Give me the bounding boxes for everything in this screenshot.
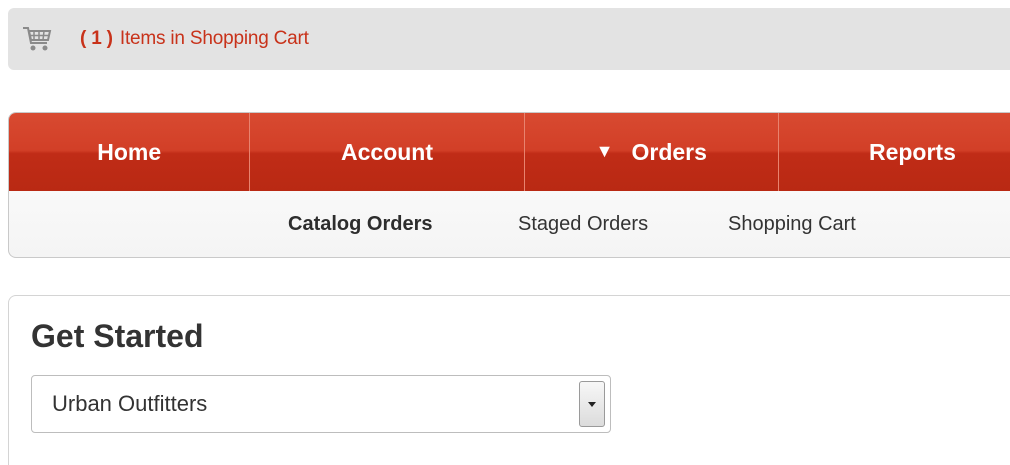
nav-item-label: Account — [341, 138, 434, 165]
nav-item-label: Home — [97, 138, 162, 165]
nav-item-orders[interactable]: ▼ Orders — [525, 113, 779, 191]
primary-nav-bar: Home Account ▼ Orders Reports — [9, 113, 1010, 191]
main-navigation: Home Account ▼ Orders Reports Catalog Or… — [8, 112, 1010, 258]
nav-item-home[interactable]: Home — [9, 113, 251, 191]
cart-summary-bar[interactable]: ( 1 ) Items in Shopping Cart — [8, 8, 1010, 70]
cart-items-label: Items in Shopping Cart — [119, 28, 309, 49]
nav-item-account[interactable]: Account — [250, 113, 525, 191]
cart-items-link[interactable]: ( 1 ) Items in Shopping Cart — [80, 28, 309, 50]
catalog-select[interactable]: Urban Outfitters — [31, 375, 611, 433]
subnav-item-shopping-cart[interactable]: Shopping Cart — [728, 213, 856, 236]
nav-item-label: Reports — [868, 138, 956, 165]
get-started-panel: Get Started Urban Outfitters — [8, 295, 1010, 465]
subnav-item-staged-orders[interactable]: Staged Orders — [518, 213, 648, 236]
cart-item-count: ( 1 ) — [80, 28, 113, 49]
chevron-down-icon[interactable] — [579, 381, 605, 427]
nav-item-reports[interactable]: Reports — [779, 113, 1010, 191]
catalog-select-value: Urban Outfitters — [52, 391, 208, 416]
secondary-nav-bar: Catalog Orders Staged Orders Shopping Ca… — [9, 191, 1010, 257]
nav-item-label: Orders — [631, 138, 707, 165]
triangle-down-icon: ▼ — [595, 140, 614, 161]
shopping-cart-icon[interactable] — [22, 24, 52, 54]
subnav-item-catalog-orders[interactable]: Catalog Orders — [288, 213, 432, 236]
panel-title: Get Started — [31, 318, 204, 354]
